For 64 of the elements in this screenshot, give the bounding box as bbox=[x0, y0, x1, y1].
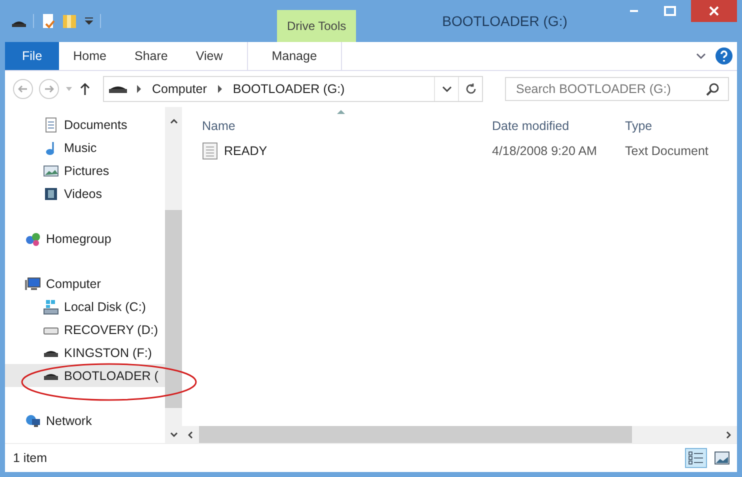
refresh-icon bbox=[464, 83, 476, 95]
date-cell-text: 4/18/2008 9:20 AM bbox=[492, 144, 598, 158]
film-icon bbox=[43, 186, 59, 202]
caret-down-icon bbox=[170, 432, 178, 437]
navigation-item[interactable]: Videos bbox=[5, 182, 165, 205]
navigation-item[interactable]: Music bbox=[5, 136, 165, 159]
text-file-icon bbox=[202, 142, 218, 160]
properties-icon[interactable] bbox=[40, 13, 56, 29]
navigation-item[interactable]: Pictures bbox=[5, 159, 165, 182]
chevron-icon[interactable] bbox=[136, 85, 142, 93]
details-view-button[interactable] bbox=[685, 448, 707, 468]
navigation-item[interactable]: BOOTLOADER ( bbox=[5, 364, 165, 387]
caret-right-icon bbox=[726, 430, 731, 438]
drive-icon bbox=[43, 298, 59, 314]
navigation-item[interactable]: RECOVERY (D:) bbox=[5, 318, 165, 341]
ribbon-tab[interactable]: Share bbox=[120, 42, 182, 70]
breadcrumb[interactable]: Computer bbox=[150, 82, 209, 96]
network-icon bbox=[25, 412, 41, 428]
details-icon bbox=[688, 451, 704, 465]
ribbon-tab[interactable]: File bbox=[5, 42, 60, 70]
help-icon[interactable] bbox=[715, 47, 733, 65]
navigation-item[interactable]: Computer bbox=[5, 272, 165, 295]
breadcrumb[interactable]: BOOTLOADER (G:) bbox=[230, 82, 347, 96]
context-tab-group: Drive Tools bbox=[277, 10, 356, 42]
sort-arrow-icon bbox=[337, 109, 345, 114]
minimize-icon bbox=[630, 10, 638, 12]
search-icon[interactable] bbox=[706, 82, 720, 96]
navigation-item[interactable]: Homegroup bbox=[5, 227, 165, 250]
item-count: 1 item bbox=[13, 451, 48, 465]
navigation-item[interactable]: Network bbox=[5, 409, 165, 432]
caret-up-icon bbox=[170, 119, 178, 124]
horizontal-scrollbar[interactable] bbox=[182, 426, 737, 443]
homegroup-icon bbox=[25, 230, 41, 246]
dropdown-icon[interactable] bbox=[84, 16, 94, 26]
picture-icon bbox=[43, 162, 59, 178]
navigation-item[interactable]: Documents bbox=[5, 113, 165, 136]
column-header[interactable]: Name bbox=[202, 107, 492, 137]
navigation-item[interactable]: KINGSTON (F:) bbox=[5, 341, 165, 364]
up-arrow-icon[interactable] bbox=[79, 82, 91, 96]
type-cell-text: Text Document bbox=[625, 144, 710, 158]
drive-icon bbox=[108, 84, 128, 94]
forward-arrow-icon bbox=[44, 85, 54, 93]
window-title: BOOTLOADER (G:) bbox=[442, 13, 568, 29]
maximize-icon bbox=[664, 6, 676, 16]
caret-left-icon bbox=[188, 430, 193, 438]
column-header[interactable]: Date modified bbox=[492, 107, 625, 137]
column-header[interactable]: Type bbox=[625, 107, 737, 137]
address-bar[interactable]: Computer BOOTLOADER (G:) bbox=[103, 76, 483, 102]
chevron-down-icon bbox=[442, 86, 452, 92]
expand-ribbon-icon[interactable] bbox=[695, 51, 707, 61]
file-name[interactable]: READY bbox=[224, 144, 268, 158]
chevron-icon[interactable] bbox=[216, 85, 223, 93]
picture-icon bbox=[714, 451, 730, 465]
ribbon-tab[interactable]: Manage bbox=[246, 42, 342, 70]
vertical-scrollbar[interactable] bbox=[165, 107, 182, 443]
close-icon bbox=[709, 6, 719, 16]
back-arrow-icon bbox=[18, 85, 28, 93]
ribbon-tab[interactable]: Home bbox=[59, 42, 120, 70]
close-button[interactable] bbox=[691, 0, 737, 22]
computer-icon bbox=[25, 276, 41, 292]
search-field[interactable]: Search BOOTLOADER (G:) bbox=[505, 77, 729, 101]
ribbon-tab[interactable]: View bbox=[182, 42, 237, 70]
document-icon bbox=[43, 116, 59, 132]
navigation-item[interactable]: Local Disk (C:) bbox=[5, 295, 165, 318]
